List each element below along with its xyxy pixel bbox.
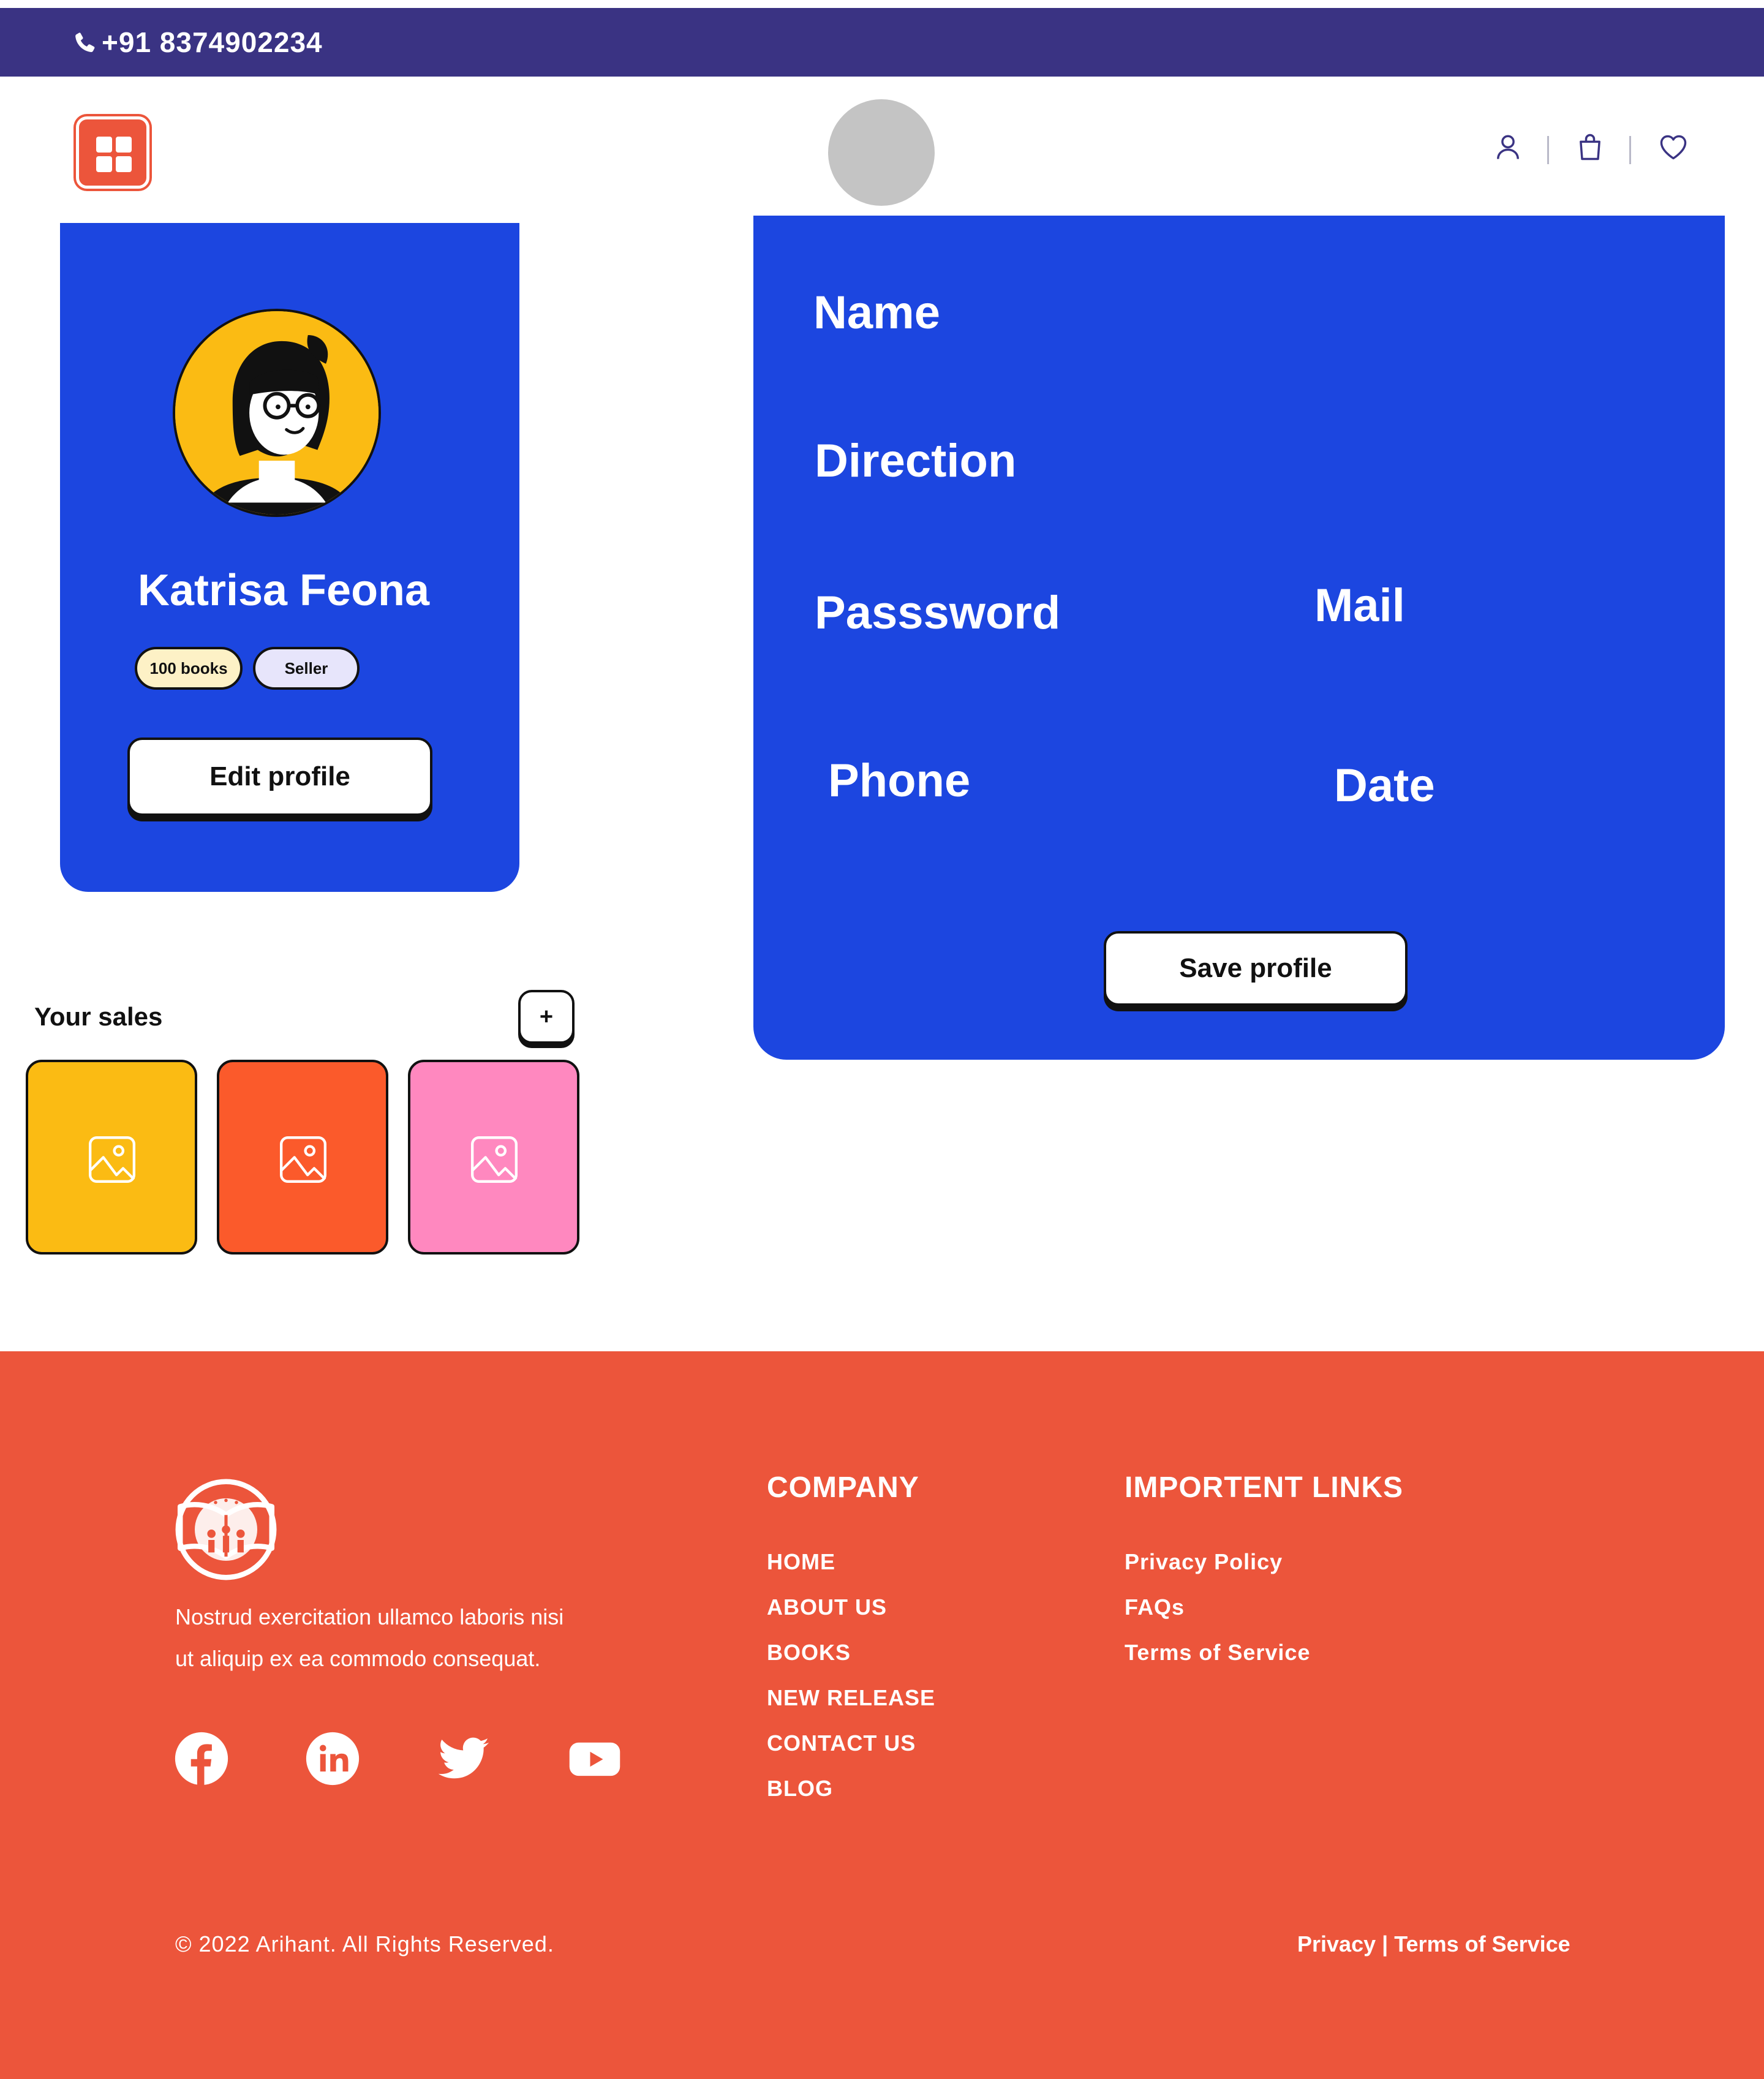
footer-link-faqs[interactable]: FAQs [1125,1594,1185,1621]
heart-icon[interactable] [1657,131,1689,163]
role-badge: Seller [253,647,360,690]
bottom-separator: | [1382,1931,1389,1956]
footer-link-home[interactable]: HOME [767,1549,835,1575]
brand-logo-icon[interactable] [174,1477,278,1582]
footer-link-new-release[interactable]: NEW RELEASE [767,1685,935,1711]
footer-link-terms-of-service[interactable]: Terms of Service [1125,1639,1310,1666]
direction-field[interactable]: Direction [815,434,1016,489]
edit-profile-button[interactable]: Edit profile [127,738,432,816]
footer-link-books[interactable]: BOOKS [767,1639,851,1666]
plus-icon: + [539,1004,554,1030]
grid-menu-button[interactable] [76,116,149,189]
phone-field[interactable]: Phone [828,753,970,809]
site-logo-placeholder[interactable] [828,99,935,206]
linkedin-icon[interactable] [305,1731,360,1786]
bottom-terms-link[interactable]: Terms of Service [1394,1931,1570,1956]
footer: Nostrud exercitation ullamco laboris nis… [0,1351,1764,2079]
footer-link-contact-us[interactable]: CONTACT US [767,1730,916,1757]
twitter-icon[interactable] [436,1731,491,1786]
bottom-privacy-link[interactable]: Privacy [1297,1931,1376,1956]
header-divider [1629,136,1631,164]
image-placeholder-icon [471,1136,518,1183]
avatar-illustration [175,311,379,515]
image-placeholder-icon [89,1136,135,1183]
company-heading: COMPANY [767,1471,919,1504]
header-divider [1547,136,1549,164]
avatar [173,309,381,517]
sales-section-title: Your sales [34,1002,163,1031]
mail-field[interactable]: Mail [1314,578,1405,633]
footer-description: Nostrud exercitation ullamco laboris nis… [175,1604,564,1671]
profile-card: Katrisa Feona 100 books Seller Edit prof… [60,223,519,892]
footer-link-privacy-policy[interactable]: Privacy Policy [1125,1549,1283,1575]
add-sale-button[interactable]: + [518,990,575,1044]
footer-link-blog[interactable]: BLOG [767,1775,833,1802]
password-field[interactable]: Passsword [815,586,1060,641]
bottom-legal-links: Privacy | Terms of Service [1297,1930,1570,1959]
profile-form-card: Name Direction Passsword Mail Phone Date… [753,216,1725,1060]
facebook-icon[interactable] [174,1731,229,1786]
sale-item-tile[interactable] [217,1060,388,1255]
sale-item-tile[interactable] [26,1060,197,1255]
copyright-text: © 2022 Arihant. All Rights Reserved. [175,1931,554,1956]
name-field[interactable]: Name [813,285,940,341]
date-field[interactable]: Date [1334,758,1435,813]
image-placeholder-icon [280,1136,326,1183]
profile-name: Katrisa Feona [137,566,430,615]
shopping-bag-icon[interactable] [1574,131,1606,163]
important-links-heading: IMPORTENT LINKS [1125,1471,1403,1504]
save-profile-button[interactable]: Save profile [1104,931,1408,1006]
phone-icon [75,32,95,53]
user-icon[interactable] [1492,131,1524,163]
youtube-icon[interactable] [567,1731,622,1786]
sale-item-tile[interactable] [408,1060,579,1255]
phone-number-link[interactable]: +91 8374902234 [102,25,323,59]
top-bar: +91 8374902234 [0,8,1764,77]
books-count-badge: 100 books [135,647,243,690]
footer-link-about-us[interactable]: ABOUT US [767,1594,887,1621]
